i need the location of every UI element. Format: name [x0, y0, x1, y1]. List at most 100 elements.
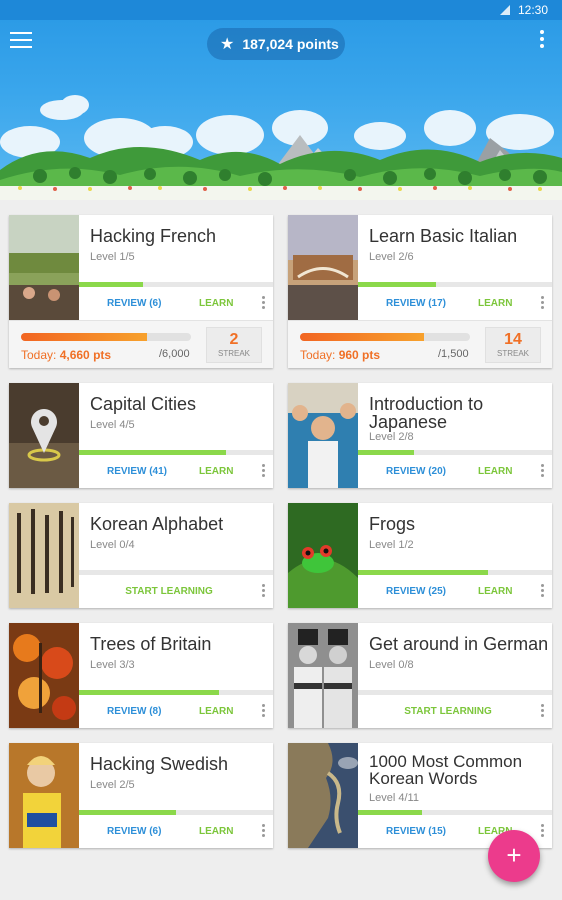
learn-button[interactable]: LEARN — [478, 586, 512, 597]
status-clock: 12:30 — [517, 3, 548, 17]
more-vert-icon[interactable] — [262, 464, 266, 480]
review-button[interactable]: REVIEW (17) — [386, 298, 446, 309]
course-title: Korean Alphabet — [90, 514, 224, 534]
course-thumbnail — [288, 215, 358, 320]
today-points: Today: 4,660 pts — [21, 348, 111, 362]
course-title: Capital Cities — [90, 394, 197, 414]
learn-button[interactable]: LEARN — [478, 466, 512, 477]
course-title: Hacking Swedish — [90, 754, 229, 774]
today-value: 4,660 pts — [59, 348, 112, 362]
course-level: Level 4/5 — [90, 419, 135, 431]
review-button[interactable]: REVIEW (20) — [386, 466, 446, 477]
streak-label: STREAK — [496, 349, 529, 358]
header-landscape-illustration — [0, 95, 562, 200]
course-level: Level 0/8 — [369, 659, 414, 671]
points-badge[interactable]: ★ 187,024 points — [207, 28, 345, 60]
course-thumbnail — [9, 623, 79, 728]
daily-goal-panel: Today: 960 pts /1,500 14 STREAK — [288, 320, 552, 368]
course-thumbnail — [9, 503, 79, 608]
more-vert-icon[interactable] — [262, 704, 266, 720]
learn-button[interactable]: LEARN — [199, 826, 233, 837]
course-thumbnail — [288, 743, 358, 848]
hamburger-icon[interactable] — [10, 32, 32, 48]
daily-goal: /6,000 — [159, 348, 190, 360]
course-level: Level 2/8 — [369, 431, 414, 443]
course-level: Level 3/3 — [90, 659, 135, 671]
review-button[interactable]: REVIEW (6) — [107, 826, 161, 837]
daily-progress-bar — [300, 333, 470, 341]
review-button[interactable]: REVIEW (8) — [107, 706, 161, 717]
course-card[interactable]: Learn Basic Italian Level 2/6 REVIEW (17… — [288, 215, 552, 368]
course-card[interactable]: Frogs Level 1/2 REVIEW (25) LEARN — [288, 503, 552, 608]
more-vert-icon[interactable] — [541, 296, 545, 312]
course-card[interactable]: Get around in German Level 0/8 START LEA… — [288, 623, 552, 728]
course-card[interactable]: Capital Cities Level 4/5 REVIEW (41) LEA… — [9, 383, 273, 488]
review-button[interactable]: REVIEW (15) — [386, 826, 446, 837]
more-vert-icon[interactable] — [541, 464, 545, 480]
course-thumbnail — [9, 383, 79, 488]
start-learning-button[interactable]: START LEARNING — [79, 586, 259, 597]
course-level: Level 2/5 — [90, 779, 135, 791]
course-card[interactable]: Hacking Swedish Level 2/5 REVIEW (6) LEA… — [9, 743, 273, 848]
status-bar: 12:30 — [0, 0, 562, 20]
more-vert-icon[interactable] — [541, 584, 545, 600]
course-actions: REVIEW (8) LEARN — [79, 695, 273, 728]
learn-button[interactable]: LEARN — [478, 298, 512, 309]
course-card[interactable]: Korean Alphabet Level 0/4 START LEARNING — [9, 503, 273, 608]
course-level: Level 4/11 — [369, 792, 419, 804]
points-label: 187,024 points — [242, 36, 339, 52]
course-actions: REVIEW (20) LEARN — [358, 455, 552, 488]
course-title: Frogs — [369, 514, 416, 534]
course-actions: REVIEW (6) LEARN — [79, 815, 273, 848]
course-level: Level 0/4 — [90, 539, 135, 551]
today-label: Today: — [21, 348, 60, 362]
more-vert-icon[interactable] — [262, 584, 266, 600]
more-vert-icon[interactable] — [541, 704, 545, 720]
review-button[interactable]: REVIEW (25) — [386, 586, 446, 597]
course-card[interactable]: Hacking French Level 1/5 REVIEW (6) LEAR… — [9, 215, 273, 368]
app-header: ★ 187,024 points — [0, 20, 562, 200]
course-title: Learn Basic Italian — [369, 226, 518, 246]
star-icon: ★ — [220, 36, 235, 53]
course-actions: START LEARNING — [358, 695, 552, 728]
course-actions: REVIEW (6) LEARN — [79, 287, 273, 320]
more-vert-icon[interactable] — [541, 824, 545, 840]
today-label: Today: — [300, 348, 339, 362]
learn-button[interactable]: LEARN — [199, 466, 233, 477]
course-actions: REVIEW (17) LEARN — [358, 287, 552, 320]
start-learning-button[interactable]: START LEARNING — [358, 706, 538, 717]
course-title: Introduction to Japanese — [369, 394, 484, 432]
add-course-button[interactable]: + — [488, 830, 540, 882]
daily-progress-bar — [21, 333, 191, 341]
course-card[interactable]: Trees of Britain Level 3/3 REVIEW (8) LE… — [9, 623, 273, 728]
course-thumbnail — [288, 383, 358, 488]
more-vert-icon[interactable] — [540, 30, 546, 48]
daily-goal-panel: Today: 4,660 pts /6,000 2 STREAK — [9, 320, 273, 368]
course-card[interactable]: Introduction to Japanese Level 2/8 REVIE… — [288, 383, 552, 488]
course-level: Level 1/5 — [90, 251, 135, 263]
learn-button[interactable]: LEARN — [199, 298, 233, 309]
streak-badge: 14 STREAK — [485, 327, 541, 363]
signal-icon — [500, 5, 510, 15]
review-button[interactable]: REVIEW (41) — [107, 466, 167, 477]
course-actions: REVIEW (41) LEARN — [79, 455, 273, 488]
streak-count: 14 — [504, 331, 522, 348]
more-vert-icon[interactable] — [262, 824, 266, 840]
streak-label: STREAK — [217, 349, 250, 358]
more-vert-icon[interactable] — [262, 296, 266, 312]
course-thumbnail — [288, 503, 358, 608]
course-level: Level 1/2 — [369, 539, 414, 551]
streak-badge: 2 STREAK — [206, 327, 262, 363]
learn-button[interactable]: LEARN — [199, 706, 233, 717]
course-actions: REVIEW (25) LEARN — [358, 575, 552, 608]
course-title: Get around in German — [369, 634, 549, 654]
streak-count: 2 — [229, 331, 239, 348]
today-value: 960 pts — [338, 348, 381, 362]
course-title: Hacking French — [90, 226, 217, 246]
course-title: 1000 Most Common Korean Words — [369, 752, 523, 788]
review-button[interactable]: REVIEW (6) — [107, 298, 161, 309]
course-thumbnail — [9, 215, 79, 320]
course-thumbnail — [9, 743, 79, 848]
add-icon: + — [506, 840, 522, 870]
course-thumbnail — [288, 623, 358, 728]
